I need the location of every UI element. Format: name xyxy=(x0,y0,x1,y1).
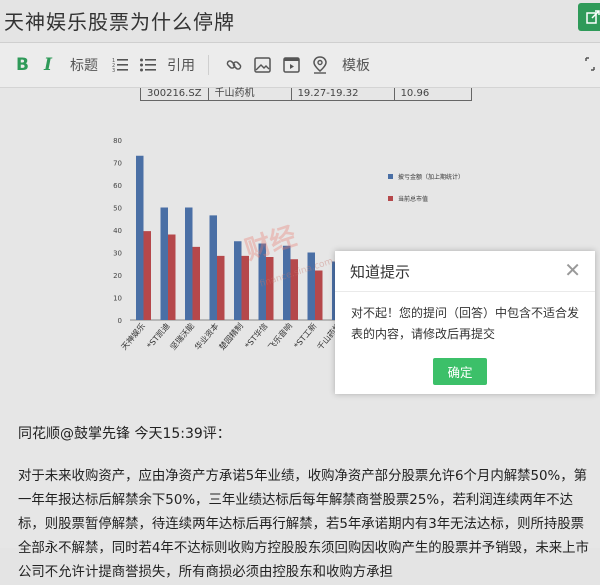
bar xyxy=(143,231,151,320)
close-icon[interactable]: ✕ xyxy=(564,260,581,280)
dialog-message: 对不起！您的提问（回答）中包含不适合发表的内容，请修改后再提交 xyxy=(351,306,580,341)
x-tick-label: 天神娱乐 xyxy=(119,321,147,352)
quote-button[interactable]: 引用 xyxy=(167,53,195,77)
x-tick-label: 坚瑞沃能 xyxy=(168,321,196,352)
video-icon xyxy=(283,57,300,73)
dialog-title: 知道提示 xyxy=(350,263,411,281)
legend-label: 当前总市值 xyxy=(398,195,428,203)
y-tick-label: 0 xyxy=(118,317,122,325)
bar xyxy=(315,270,323,320)
italic-button[interactable]: I xyxy=(44,53,52,77)
y-tick-label: 60 xyxy=(113,182,122,190)
bar xyxy=(241,255,249,320)
table-cell: 10.96 xyxy=(400,88,430,99)
x-tick-label: 楚园精制 xyxy=(217,321,245,352)
bar xyxy=(217,255,225,320)
location-button[interactable] xyxy=(312,53,328,77)
ordered-list-icon: 1 2 3 xyxy=(112,58,128,73)
bar xyxy=(283,245,291,320)
video-button[interactable] xyxy=(283,53,300,77)
legend-swatch xyxy=(388,196,393,201)
unordered-list-button[interactable] xyxy=(140,53,156,77)
bar xyxy=(136,155,144,320)
unordered-list-icon xyxy=(140,58,156,72)
dialog-header: 知道提示 ✕ xyxy=(335,251,595,292)
x-tick-label: 华业资本 xyxy=(192,321,220,352)
image-button[interactable] xyxy=(254,53,271,77)
share-button[interactable] xyxy=(578,3,600,31)
table-cell: 300216.SZ xyxy=(141,88,209,100)
toolbar-divider xyxy=(208,55,209,75)
bar xyxy=(168,234,176,320)
fullscreen-icon xyxy=(585,57,595,71)
y-tick-label: 10 xyxy=(113,295,122,303)
y-tick-label: 40 xyxy=(113,227,122,235)
link-icon xyxy=(226,60,242,70)
table-fragment: 300216.SZ 千山药机 19.27-19.32 10.96 xyxy=(140,88,472,101)
post-byline: 同花顺@鼓掌先锋 今天15:39评： xyxy=(18,426,231,442)
expand-icon[interactable] xyxy=(585,57,595,74)
image-icon xyxy=(254,57,271,73)
alert-dialog: 知道提示 ✕ 对不起！您的提问（回答）中包含不适合发表的内容，请修改后再提交 确… xyxy=(335,251,595,394)
table-cell: 千山药机 xyxy=(209,88,292,100)
template-button[interactable]: 模板 xyxy=(342,53,370,77)
legend-label: 披亏金额（加上期统计） xyxy=(398,173,464,181)
svg-text:3: 3 xyxy=(112,68,115,73)
legend-swatch xyxy=(388,174,393,179)
location-icon xyxy=(313,56,327,74)
confirm-button[interactable]: 确定 xyxy=(433,358,487,385)
page-title: 天神娱乐股票为什么停牌 xyxy=(4,10,235,34)
bar xyxy=(185,207,193,320)
bar xyxy=(192,246,200,320)
y-tick-label: 20 xyxy=(113,272,122,280)
y-tick-label: 50 xyxy=(113,205,122,213)
bar xyxy=(160,207,168,320)
title-bar: 天神娱乐股票为什么停牌 xyxy=(0,0,600,42)
post-paragraph: 对于未来收购资产，应由净资产方承诺5年业绩，收购净资产部分股票允许6个月内解禁5… xyxy=(18,469,589,580)
heading-button[interactable]: 标题 xyxy=(70,53,98,77)
ordered-list-button[interactable]: 1 2 3 xyxy=(112,53,128,77)
y-tick-label: 70 xyxy=(113,160,122,168)
table-cell: 19.27-19.32 xyxy=(292,88,395,100)
y-tick-label: 80 xyxy=(113,137,122,145)
share-icon xyxy=(586,10,600,24)
x-tick-label: 飞乐音响 xyxy=(266,321,294,352)
bold-button[interactable]: B xyxy=(16,53,29,77)
bar xyxy=(266,257,274,320)
link-button[interactable] xyxy=(225,53,243,77)
y-tick-label: 30 xyxy=(113,250,122,258)
bar xyxy=(209,215,217,320)
bar xyxy=(234,241,242,320)
editor-toolbar: B I 标题 1 2 3 引用 模板 xyxy=(0,43,600,88)
